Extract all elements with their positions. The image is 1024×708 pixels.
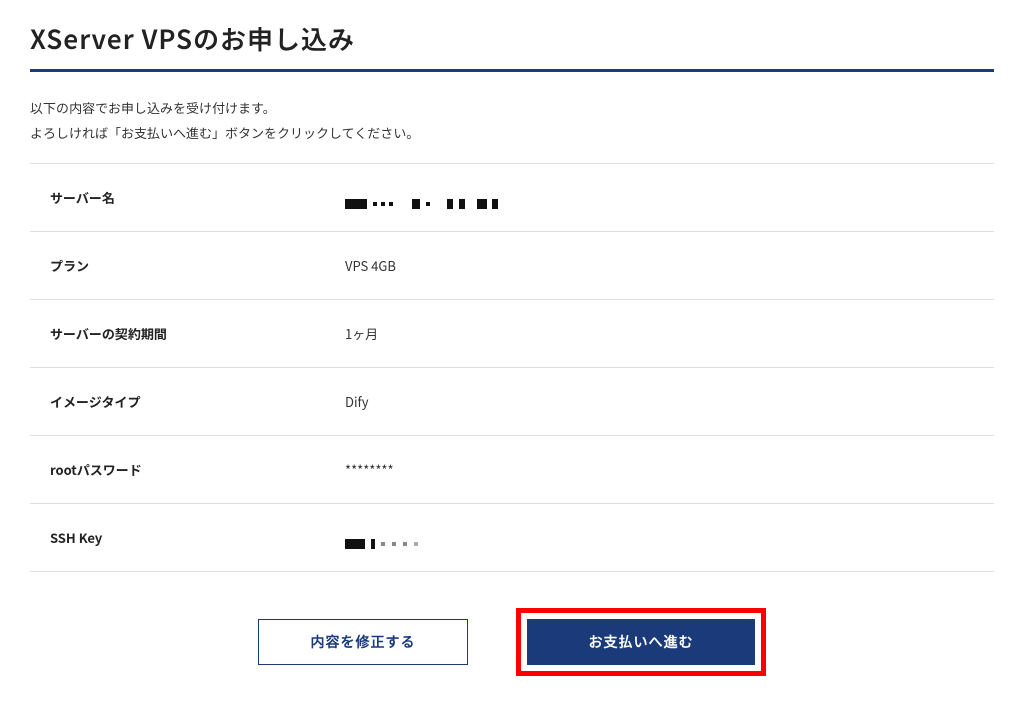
row-root-password: rootパスワード ******** bbox=[30, 435, 994, 503]
value-ssh-key bbox=[345, 528, 422, 547]
row-image-type: イメージタイプ Dify bbox=[30, 367, 994, 435]
value-server-name bbox=[345, 188, 501, 207]
row-ssh-key: SSH Key bbox=[30, 503, 994, 572]
value-root-password: ******** bbox=[345, 460, 394, 479]
label-plan: プラン bbox=[50, 256, 345, 275]
actions-row: 内容を修正する お支払いへ進む bbox=[30, 608, 994, 676]
row-plan: プラン VPS 4GB bbox=[30, 231, 994, 299]
row-server-name: サーバー名 bbox=[30, 163, 994, 231]
label-server-name: サーバー名 bbox=[50, 188, 345, 207]
order-summary-table: サーバー名 プラン VPS 4GB サーバーの契約期間 1ヶ月 イメージタイプ … bbox=[30, 163, 994, 572]
label-ssh-key: SSH Key bbox=[50, 528, 345, 547]
proceed-button-highlight: お支払いへ進む bbox=[516, 608, 766, 676]
label-image-type: イメージタイプ bbox=[50, 392, 345, 411]
redacted-ssh-key bbox=[345, 533, 422, 547]
value-image-type: Dify bbox=[345, 392, 369, 411]
intro-line-2: よろしければ「お支払いへ進む」ボタンをクリックしてください。 bbox=[30, 121, 994, 146]
value-contract-period: 1ヶ月 bbox=[345, 324, 378, 343]
proceed-to-payment-button[interactable]: お支払いへ進む bbox=[527, 619, 755, 665]
intro-line-1: 以下の内容でお申し込みを受け付けます。 bbox=[30, 96, 994, 121]
edit-button[interactable]: 内容を修正する bbox=[258, 619, 468, 665]
row-contract-period: サーバーの契約期間 1ヶ月 bbox=[30, 299, 994, 367]
label-contract-period: サーバーの契約期間 bbox=[50, 324, 345, 343]
page-title: XServer VPSのお申し込み bbox=[30, 20, 994, 72]
value-plan: VPS 4GB bbox=[345, 256, 396, 275]
label-root-password: rootパスワード bbox=[50, 460, 345, 479]
redacted-server-name bbox=[345, 193, 501, 207]
intro-text: 以下の内容でお申し込みを受け付けます。 よろしければ「お支払いへ進む」ボタンをク… bbox=[30, 96, 994, 145]
